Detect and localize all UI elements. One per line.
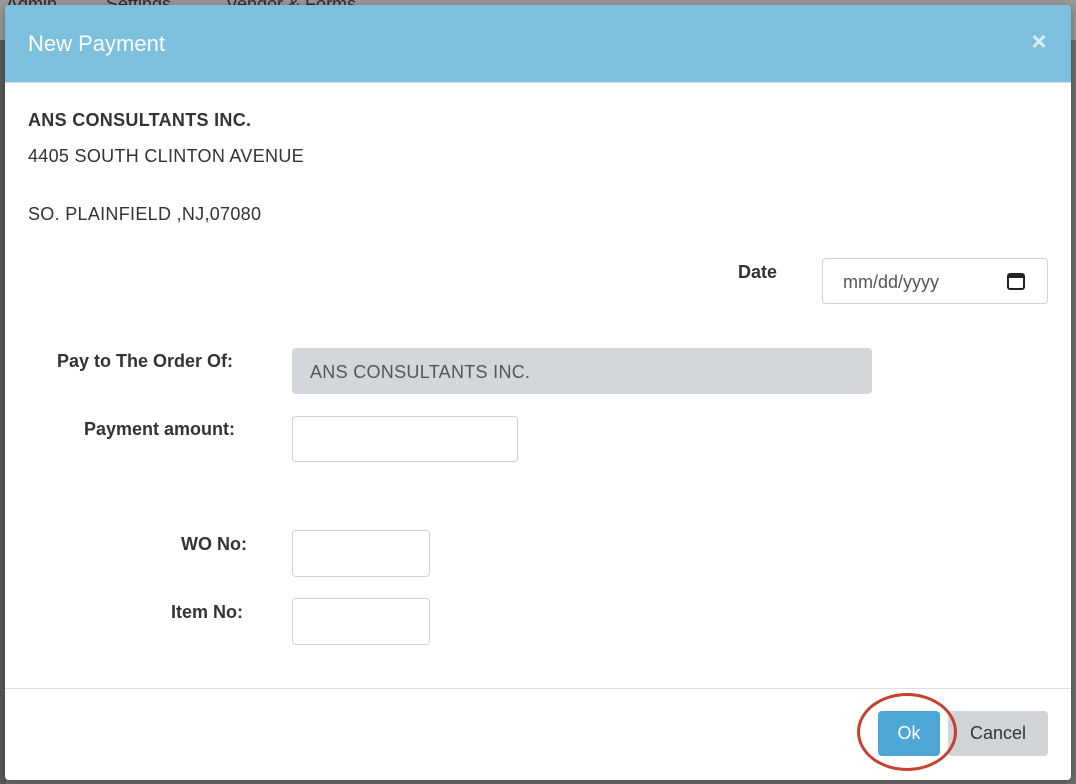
pay-to-value: ANS CONSULTANTS INC. xyxy=(310,362,531,382)
item-no-label: Item No: xyxy=(171,602,243,622)
vendor-address-line1: 4405 SOUTH CLINTON AVENUE xyxy=(28,146,304,166)
calendar-icon[interactable] xyxy=(1006,271,1026,291)
payment-amount-label: Payment amount: xyxy=(84,419,236,439)
ok-button[interactable]: Ok xyxy=(878,711,940,756)
date-label: Date xyxy=(738,262,778,282)
vendor-address-line2: SO. PLAINFIELD ,NJ,07080 xyxy=(28,204,262,224)
item-no-input[interactable] xyxy=(292,598,430,645)
close-icon[interactable]: × xyxy=(1027,28,1051,54)
vendor-name: ANS CONSULTANTS INC. xyxy=(28,110,252,130)
modal-title: New Payment xyxy=(28,31,165,56)
modal-header: New Payment × xyxy=(5,5,1071,83)
wo-no-input[interactable] xyxy=(292,530,430,577)
payment-amount-input[interactable] xyxy=(292,416,518,462)
pay-to-label: Pay to The Order Of: xyxy=(57,351,234,371)
date-placeholder: mm/dd/yyyy xyxy=(843,272,940,292)
wo-no-label: WO No: xyxy=(181,534,247,554)
new-payment-modal: New Payment × ANS CONSULTANTS INC. 4405 … xyxy=(5,5,1071,780)
cancel-button[interactable]: Cancel xyxy=(948,711,1048,756)
date-input[interactable]: mm/dd/yyyy xyxy=(822,258,1048,304)
pay-to-field: ANS CONSULTANTS INC. xyxy=(292,348,872,394)
